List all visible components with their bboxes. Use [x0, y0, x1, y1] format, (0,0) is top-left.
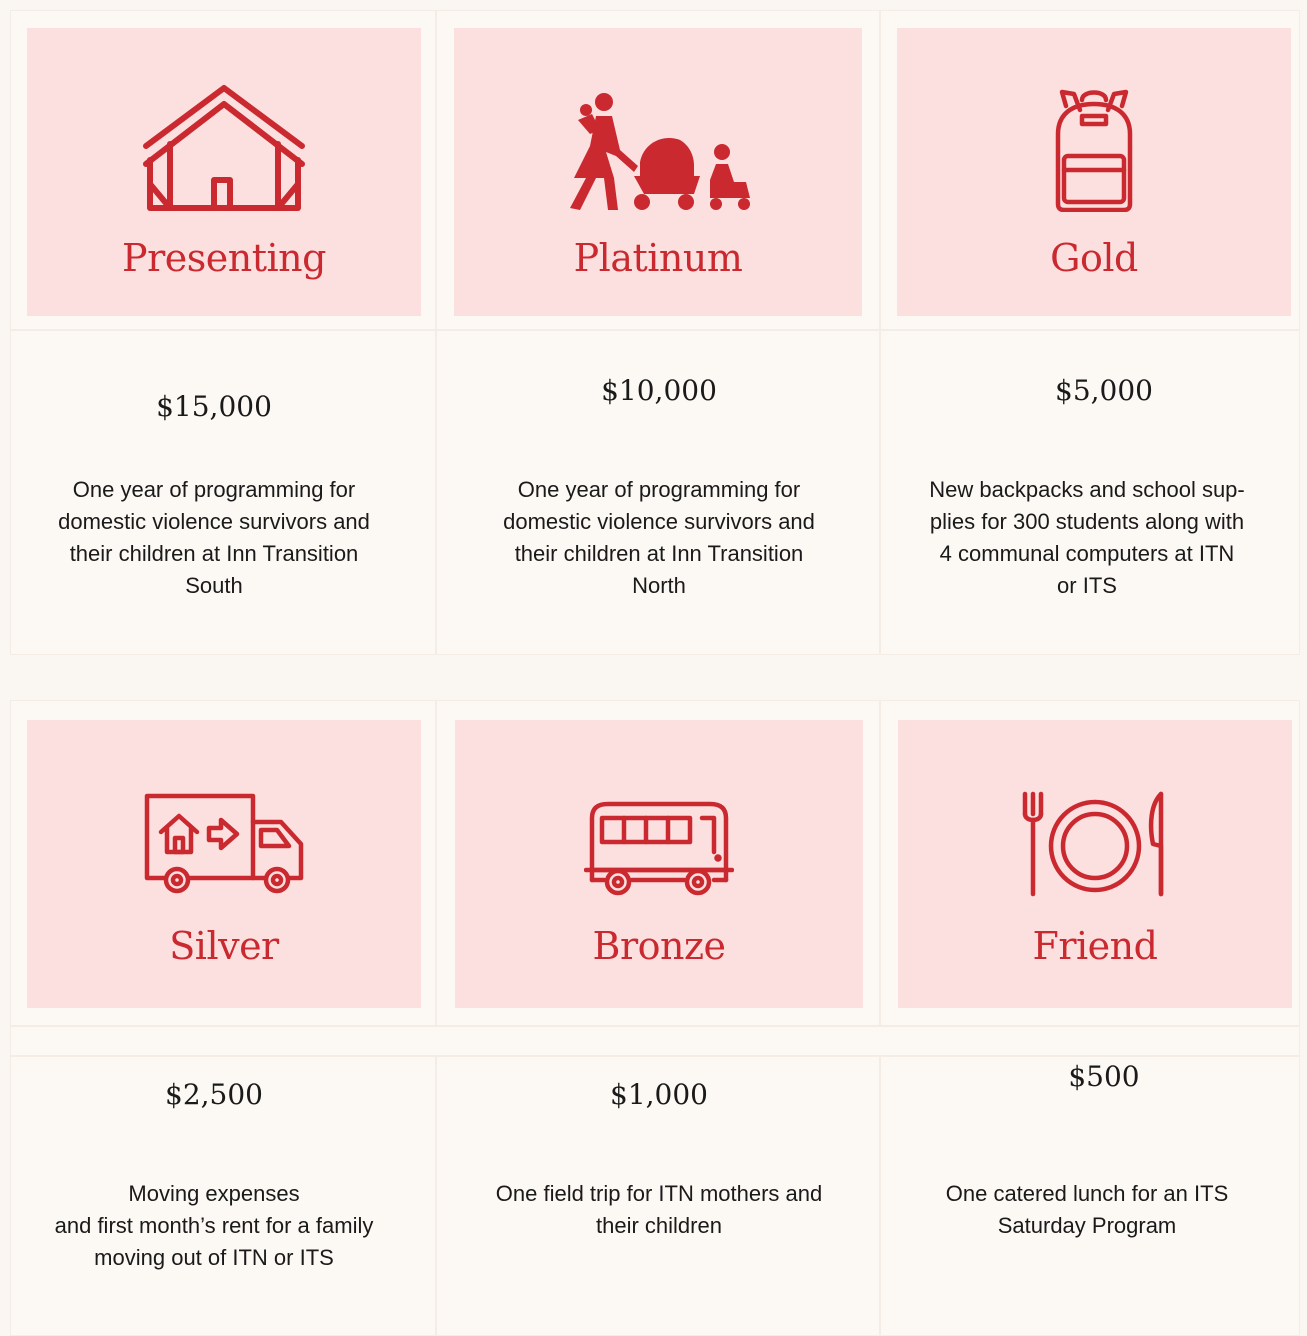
family-stroller-icon	[560, 90, 756, 212]
moving-truck-icon	[143, 792, 305, 896]
backpack-icon	[1052, 86, 1136, 212]
tier-price: $5,000	[1055, 374, 1153, 407]
plate-fork-knife-icon	[1021, 790, 1169, 898]
tier-title: Bronze	[592, 924, 726, 968]
tier-description: New backpacks and school sup- plies for …	[929, 477, 1245, 598]
tier-title: Friend	[1032, 924, 1158, 968]
tier-card-bronze: Bronze	[455, 720, 863, 1008]
tier-description: One year of programming for domestic vio…	[503, 477, 815, 598]
tier-description: One year of programming for domestic vio…	[58, 477, 370, 598]
tier-title: Presenting	[122, 236, 326, 280]
tier-card-platinum: Platinum	[454, 28, 862, 316]
tier-description: One field trip for ITN mothers and their…	[495, 1181, 823, 1238]
tier-card-presenting: Presenting	[27, 28, 421, 316]
tier-card-silver: Silver	[27, 720, 421, 1008]
tier-title: Gold	[1050, 236, 1138, 280]
tier-title: Platinum	[573, 236, 743, 280]
tier-description: One catered lunch for an ITS Saturday Pr…	[945, 1181, 1229, 1238]
tier-price: $500	[1068, 1060, 1140, 1093]
tier-title: Silver	[169, 924, 279, 968]
tier-price: $10,000	[601, 374, 717, 407]
tier-price: $1,000	[610, 1078, 708, 1111]
house-icon	[142, 84, 306, 212]
tier-card-friend: Friend	[898, 720, 1292, 1008]
tier-description: Moving expenses and first month’s rent f…	[54, 1181, 374, 1270]
tier-detail-spacer	[10, 1026, 1300, 1056]
tier-card-gold: Gold	[897, 28, 1291, 316]
tier-price: $2,500	[165, 1078, 263, 1111]
bus-icon	[584, 800, 734, 896]
tier-price: $15,000	[156, 390, 272, 423]
